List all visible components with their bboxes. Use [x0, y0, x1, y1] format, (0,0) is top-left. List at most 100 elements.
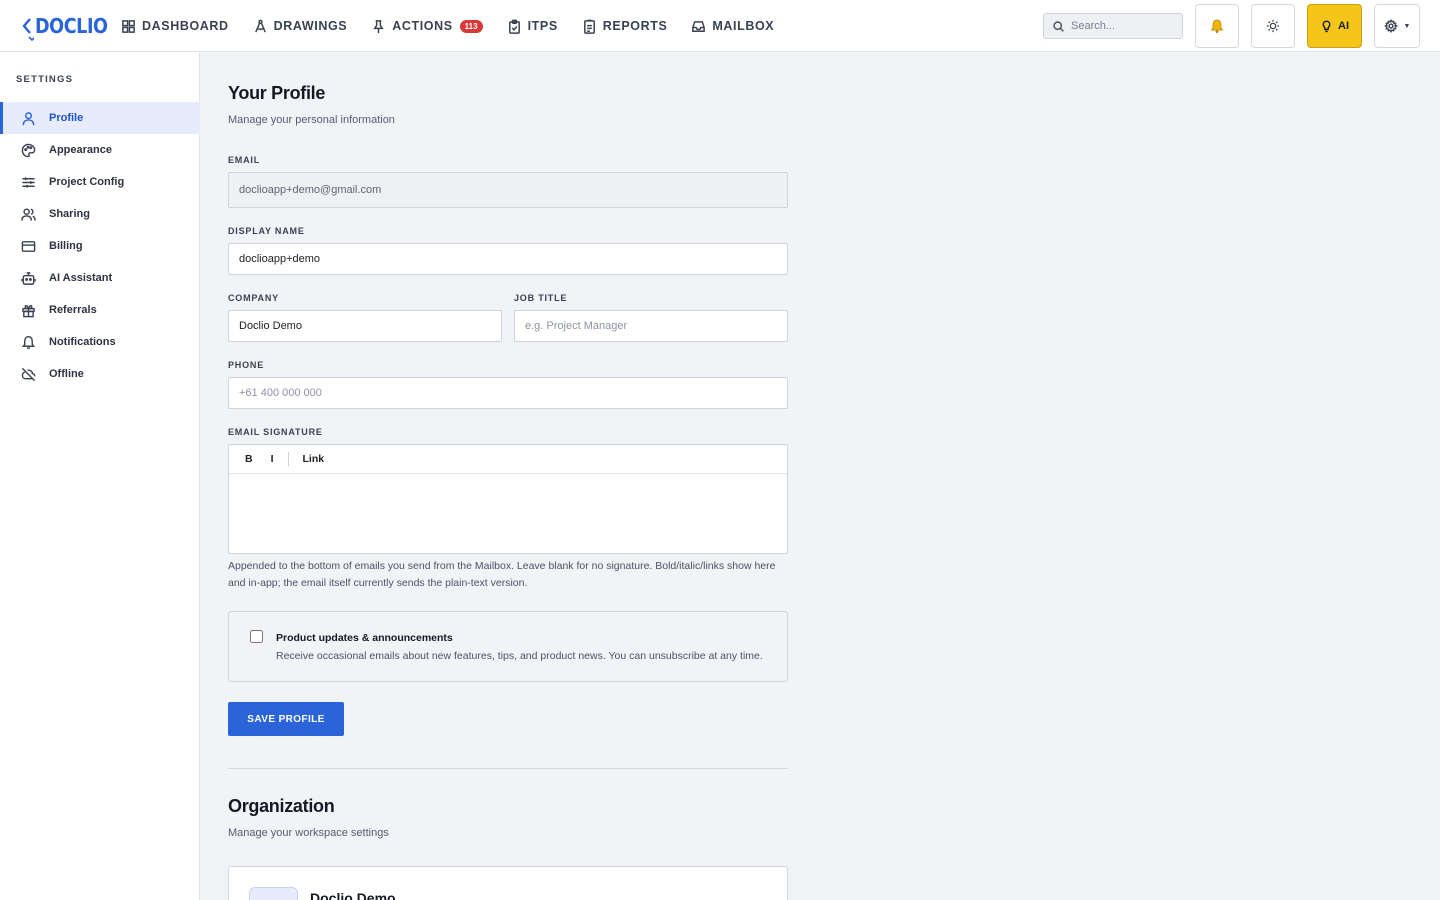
doclio-logo[interactable]: DOCLIO — [22, 11, 117, 41]
sidebar-item-label: Profile — [49, 112, 84, 124]
signature-label: EMAIL SIGNATURE — [228, 427, 323, 437]
job-title-label: JOB TITLE — [514, 293, 568, 303]
sidebar-item-label: Referrals — [49, 304, 97, 316]
company-field[interactable] — [228, 310, 502, 342]
email-input — [239, 184, 787, 196]
cloud-off-icon — [21, 367, 36, 381]
organization-card: Doclio Demo — [228, 866, 788, 900]
theme-toggle-button[interactable] — [1251, 4, 1295, 48]
nav-label: MAILBOX — [712, 19, 775, 33]
ai-button[interactable]: AI — [1307, 4, 1362, 48]
credit-card-icon — [21, 240, 36, 252]
sidebar-item-notifications[interactable]: Notifications — [0, 326, 200, 358]
signature-help-text: Appended to the bottom of emails you sen… — [228, 560, 776, 589]
product-updates-option: Product updates & announcements Receive … — [228, 611, 788, 682]
sidebar-item-project-config[interactable]: Project Config — [0, 166, 200, 198]
nav-mailbox[interactable]: MAILBOX — [691, 0, 774, 52]
settings-sidebar: SETTINGS Profile Appearance Project Conf… — [0, 52, 200, 900]
email-field — [228, 172, 788, 208]
gear-icon — [1383, 19, 1398, 33]
toolbar-divider — [287, 452, 289, 466]
phone-field[interactable] — [228, 377, 788, 409]
search-icon — [1053, 20, 1064, 32]
display-name-label: DISPLAY NAME — [228, 226, 305, 236]
top-navigation-bar: DOCLIO DASHBOARD DRAWINGS ACTIONS 113 IT… — [0, 0, 1440, 52]
save-profile-button[interactable]: SAVE PROFILE — [228, 702, 344, 736]
nav-label: DRAWINGS — [273, 19, 348, 33]
chevron-down-icon: ▼ — [1403, 22, 1411, 30]
global-search[interactable] — [1043, 13, 1183, 39]
nav-label: ITPS — [527, 19, 558, 33]
sidebar-item-label: Sharing — [49, 208, 90, 220]
sidebar-item-billing[interactable]: Billing — [0, 230, 200, 262]
display-name-field[interactable] — [228, 243, 788, 275]
product-updates-title: Product updates & announcements — [276, 632, 453, 644]
sidebar-item-label: Offline — [49, 368, 84, 380]
signature-text-area[interactable] — [229, 474, 787, 553]
report-icon — [583, 19, 595, 34]
nav-dashboard[interactable]: DASHBOARD — [121, 0, 229, 52]
search-input[interactable] — [1071, 20, 1171, 32]
organization-name: Doclio Demo — [310, 890, 396, 900]
page-title: Your Profile — [228, 83, 326, 103]
sidebar-list: Profile Appearance Project Config Sharin… — [0, 102, 200, 390]
sidebar-item-ai-assistant[interactable]: AI Assistant — [0, 262, 200, 294]
signature-editor: B I Link — [228, 444, 788, 554]
actions-count-badge: 113 — [459, 19, 483, 33]
main-nav: DASHBOARD DRAWINGS ACTIONS 113 ITPS REPO… — [121, 0, 798, 52]
bell-icon — [1210, 19, 1224, 33]
ai-label: AI — [1338, 20, 1349, 32]
nav-drawings[interactable]: DRAWINGS — [253, 0, 348, 52]
users-icon — [21, 207, 36, 221]
organization-avatar[interactable] — [249, 887, 298, 900]
logo-chevron-icon — [22, 18, 34, 41]
sidebar-item-referrals[interactable]: Referrals — [0, 294, 200, 326]
sidebar-item-label: Notifications — [49, 336, 116, 348]
bold-button[interactable]: B — [245, 453, 253, 465]
lightbulb-icon — [1322, 19, 1331, 32]
product-updates-checkbox[interactable] — [250, 630, 263, 643]
link-button[interactable]: Link — [303, 453, 325, 465]
italic-button[interactable]: I — [271, 453, 274, 465]
nav-reports[interactable]: REPORTS — [582, 0, 668, 52]
sidebar-item-offline[interactable]: Offline — [0, 358, 200, 390]
nav-label: REPORTS — [602, 19, 668, 33]
sidebar-item-label: Project Config — [49, 176, 125, 188]
job-title-field[interactable] — [514, 310, 788, 342]
company-input[interactable] — [239, 320, 501, 332]
sidebar-item-appearance[interactable]: Appearance — [0, 134, 200, 166]
notifications-button[interactable] — [1195, 4, 1239, 48]
nav-label: ACTIONS — [392, 19, 453, 33]
nav-label: DASHBOARD — [142, 19, 229, 33]
bot-icon — [21, 271, 36, 285]
nav-itps[interactable]: ITPS — [507, 0, 558, 52]
nav-actions[interactable]: ACTIONS 113 — [371, 0, 483, 52]
phone-input[interactable] — [239, 387, 787, 399]
page-subtitle: Manage your personal information — [228, 114, 395, 126]
pin-icon — [373, 19, 384, 33]
bell-icon — [21, 335, 36, 349]
sidebar-item-profile[interactable]: Profile — [0, 102, 200, 134]
clipboard-check-icon — [508, 19, 520, 34]
sidebar-title: SETTINGS — [16, 74, 74, 85]
sidebar-item-label: AI Assistant — [49, 272, 113, 284]
company-label: COMPANY — [228, 293, 279, 303]
organization-title: Organization — [228, 796, 335, 816]
sidebar-item-label: Appearance — [49, 144, 112, 156]
display-name-input[interactable] — [239, 253, 787, 265]
settings-menu-button[interactable]: ▼ — [1374, 4, 1420, 48]
sliders-icon — [22, 176, 35, 188]
job-title-input[interactable] — [525, 320, 787, 332]
inbox-icon — [692, 20, 706, 32]
sun-icon — [1266, 19, 1280, 33]
product-updates-description: Receive occasional emails about new feat… — [276, 650, 763, 662]
organization-subtitle: Manage your workspace settings — [228, 827, 389, 839]
section-divider — [228, 768, 788, 769]
editor-toolbar: B I Link — [229, 445, 787, 474]
grid-icon — [122, 19, 135, 33]
drafting-compass-icon — [254, 19, 266, 32]
sidebar-item-sharing[interactable]: Sharing — [0, 198, 200, 230]
sidebar-item-label: Billing — [49, 240, 83, 252]
email-label: EMAIL — [228, 155, 260, 165]
gift-icon — [22, 304, 35, 317]
